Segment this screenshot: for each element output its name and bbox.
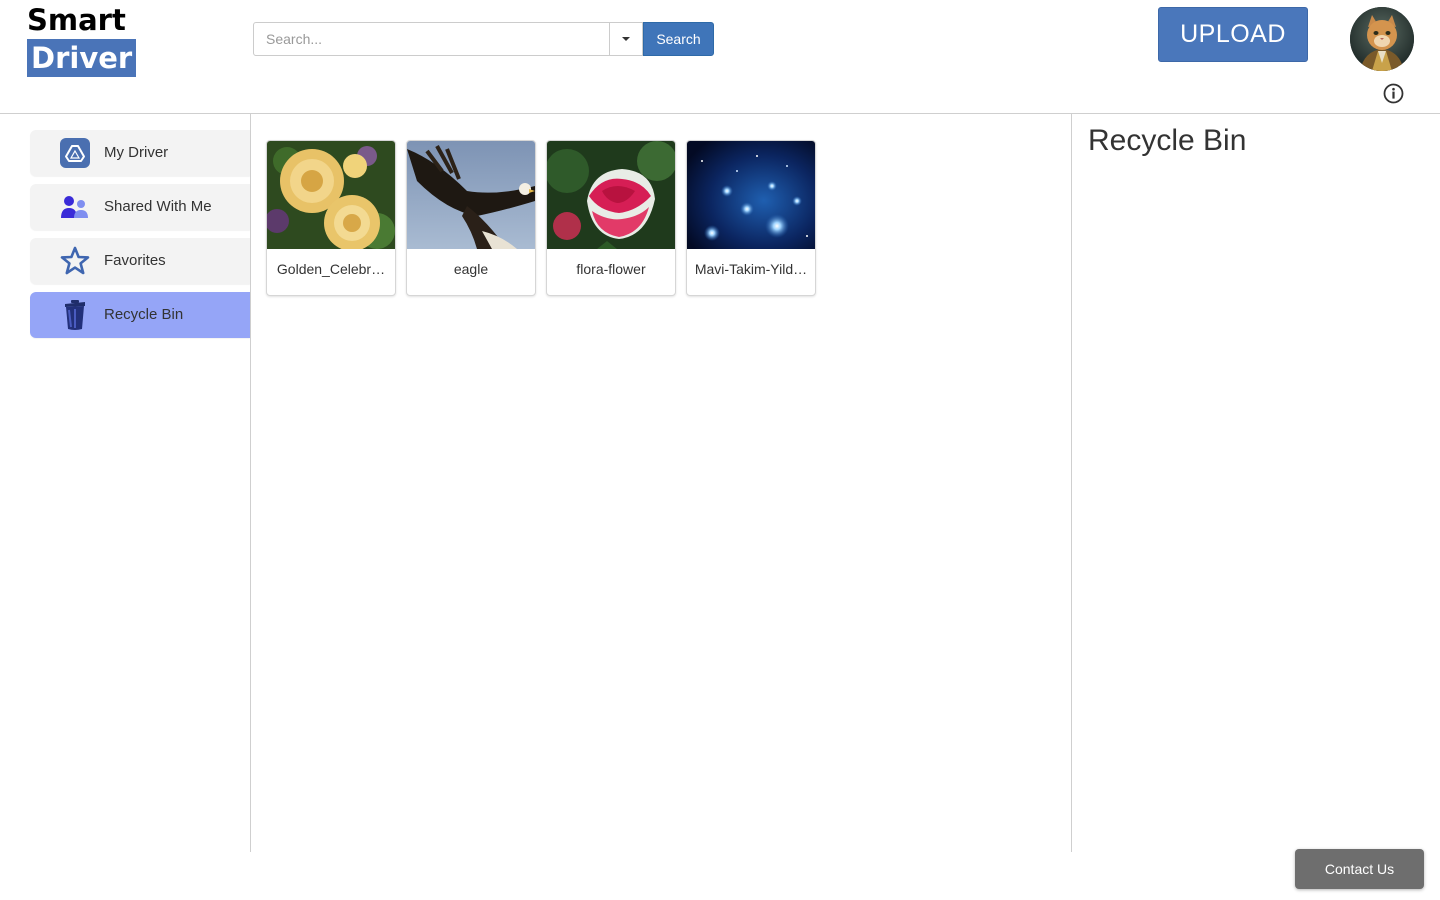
search-input[interactable] <box>253 22 610 56</box>
cat-portrait-image <box>1350 7 1414 71</box>
trash-icon <box>59 299 91 331</box>
sidebar: My Driver Shared With Me Favorites Recyc… <box>0 114 251 852</box>
file-thumbnail-yellow-roses <box>267 141 395 249</box>
search-button[interactable]: Search <box>643 22 714 56</box>
app-header: Smart Driver Search UPLOAD <box>0 0 1440 114</box>
sidebar-item-shared-with-me[interactable]: Shared With Me <box>30 184 250 230</box>
upload-button[interactable]: UPLOAD <box>1158 7 1308 62</box>
caret-down-icon <box>622 37 630 41</box>
search-bar: Search <box>253 22 714 56</box>
file-thumbnail-eagle <box>407 141 535 249</box>
file-grid: Golden_Celebr… eagle flora-flower Mavi-T… <box>251 114 1072 852</box>
drive-icon <box>59 137 91 169</box>
details-panel: Recycle Bin <box>1073 114 1440 852</box>
file-card[interactable]: Mavi-Takim-Yild… <box>686 140 816 296</box>
users-icon <box>59 191 91 223</box>
star-icon <box>59 245 91 277</box>
search-filter-dropdown[interactable] <box>610 22 643 56</box>
sidebar-item-label: Recycle Bin <box>104 306 184 323</box>
file-card[interactable]: eagle <box>406 140 536 296</box>
sidebar-item-label: My Driver <box>104 144 169 161</box>
file-thumbnail-star-cluster <box>687 141 815 249</box>
file-thumbnail-pink-rose <box>547 141 675 249</box>
sidebar-item-favorites[interactable]: Favorites <box>30 238 250 284</box>
sidebar-item-my-driver[interactable]: My Driver <box>30 130 250 176</box>
file-name: Golden_Celebr… <box>276 261 386 277</box>
page-title: Recycle Bin <box>1088 124 1247 157</box>
sidebar-item-label: Shared With Me <box>104 198 212 215</box>
file-name: flora-flower <box>576 261 646 277</box>
logo-text-driver: Driver <box>27 39 137 77</box>
sidebar-item-recycle-bin[interactable]: Recycle Bin <box>30 292 250 338</box>
logo-text-smart: Smart <box>27 3 126 37</box>
file-card[interactable]: Golden_Celebr… <box>266 140 396 296</box>
info-icon[interactable] <box>1383 83 1404 104</box>
file-card[interactable]: flora-flower <box>546 140 676 296</box>
app-logo[interactable]: Smart Driver <box>27 4 137 77</box>
file-name: eagle <box>453 261 489 277</box>
file-name: Mavi-Takim-Yild… <box>694 261 808 277</box>
contact-us-button[interactable]: Contact Us <box>1295 849 1424 889</box>
sidebar-item-label: Favorites <box>104 252 166 269</box>
user-avatar[interactable] <box>1350 7 1414 71</box>
